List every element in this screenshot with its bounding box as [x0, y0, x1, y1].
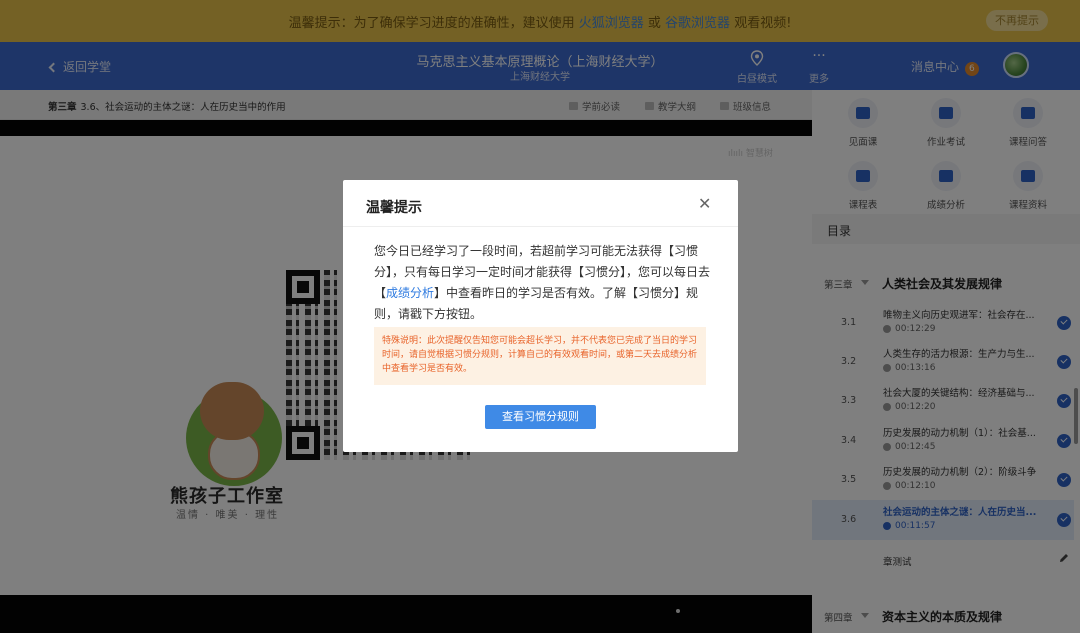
close-icon[interactable]: ✕	[698, 194, 711, 213]
dialog-title: 温馨提示	[366, 200, 422, 216]
special-note: 特殊说明：此次提醒仅告知您可能会超长学习，并不代表您已完成了当日的学习时间，请自…	[374, 327, 706, 385]
grade-analysis-link[interactable]: 成绩分析	[386, 286, 434, 300]
view-habit-rules-button[interactable]: 查看习惯分规则	[485, 405, 596, 429]
habit-score-dialog: 温馨提示 ✕ 您今日已经学习了一段时间，若超前学习可能无法获得【习惯分】，只有每…	[343, 180, 738, 452]
dialog-divider	[343, 226, 738, 227]
dialog-message: 您今日已经学习了一段时间，若超前学习可能无法获得【习惯分】，只有每日学习一定时间…	[374, 241, 710, 325]
